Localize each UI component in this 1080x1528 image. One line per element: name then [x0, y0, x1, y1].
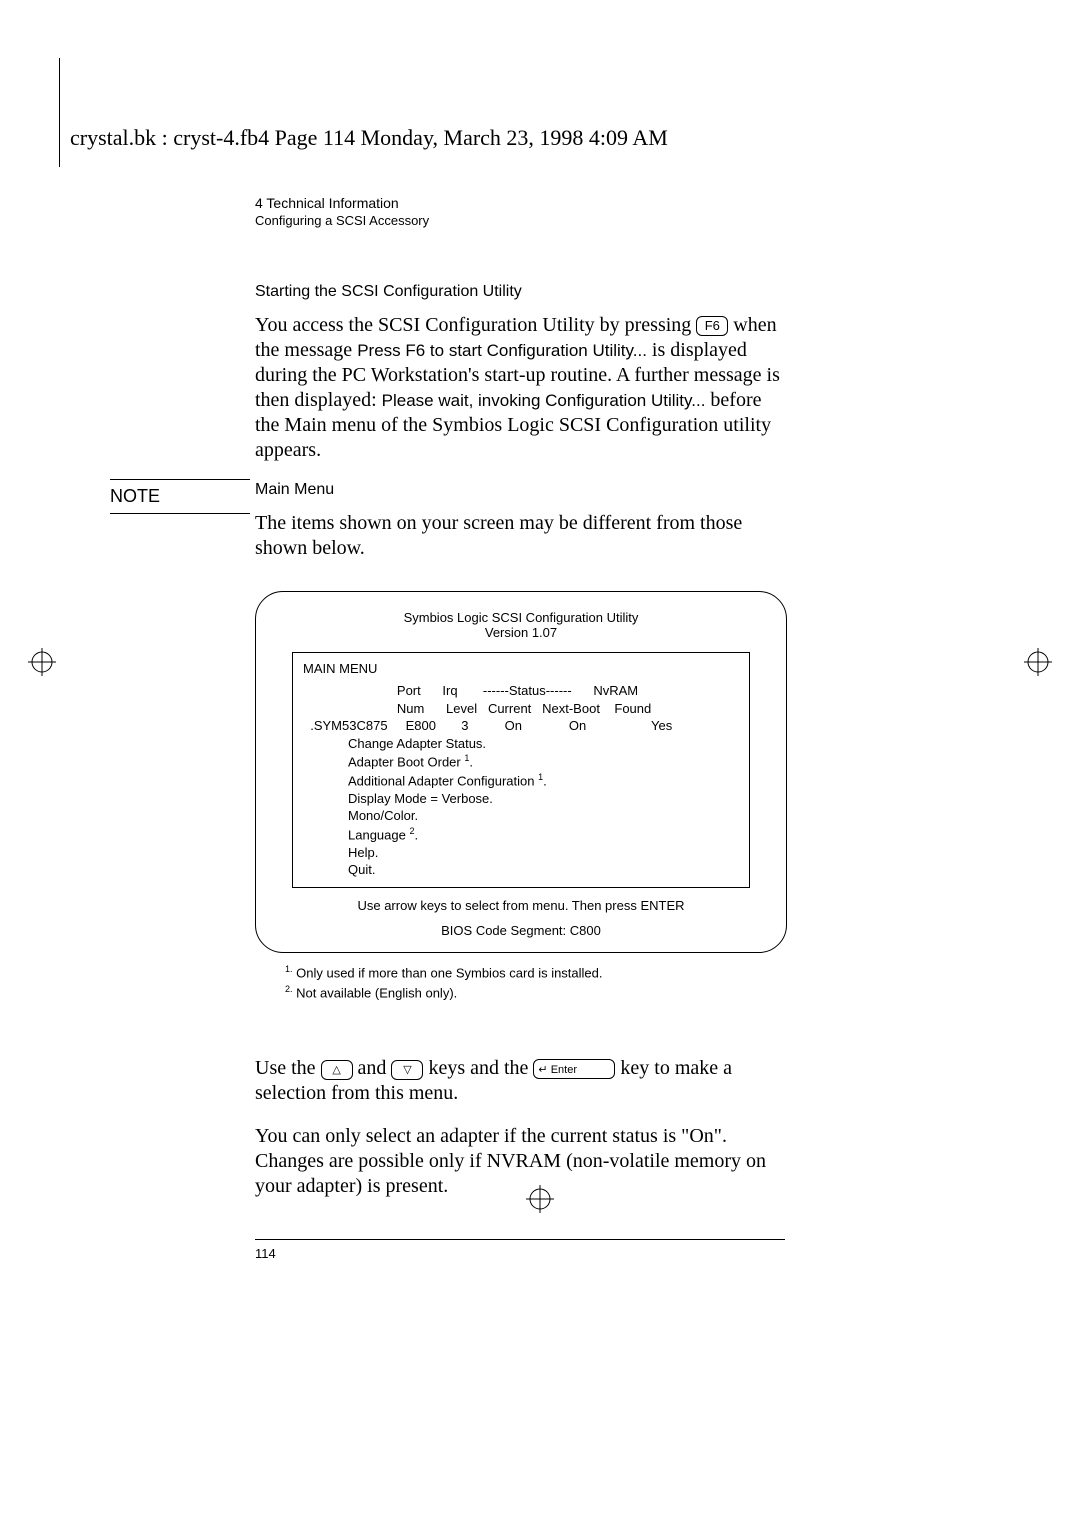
footnote-1: 1. Only used if more than one Symbios ca…	[285, 963, 785, 983]
running-head-section: Configuring a SCSI Accessory	[255, 213, 785, 228]
screen-title-1: Symbios Logic SCSI Configuration Utility	[404, 610, 639, 625]
keycap-down: ▽	[391, 1060, 423, 1080]
keycap-f6: F6	[696, 316, 728, 336]
page-footer-rule	[255, 1239, 785, 1240]
keycap-up: △	[321, 1060, 353, 1080]
para-use-a: Use the	[255, 1057, 321, 1079]
footnote-text: Not available (English only).	[293, 985, 458, 1000]
menu-item-dot: .	[469, 755, 473, 770]
screen-menu-label: MAIN MENU	[303, 661, 739, 676]
footnote-marker: 1.	[285, 964, 293, 974]
menu-item-text: Language	[348, 827, 409, 842]
page-content: 4 Technical Information Configuring a SC…	[255, 195, 785, 1261]
screen-title-2: Version 1.07	[485, 625, 557, 640]
header-rule-vertical	[59, 58, 60, 167]
menu-item-dot: .	[543, 773, 547, 788]
screen-header-row-1: Port Irq ------Status------ NvRAM	[303, 682, 739, 700]
footnotes: 1. Only used if more than one Symbios ca…	[285, 963, 785, 1002]
para-use-c: keys and the	[428, 1057, 533, 1079]
note-label: NOTE	[110, 479, 250, 514]
para-use-keys: Use the △ and ▽ keys and the ↵ Enter key…	[255, 1056, 785, 1106]
menu-item-text: Adapter Boot Order	[348, 755, 464, 770]
screen-hint: Use arrow keys to select from menu. Then…	[266, 898, 776, 913]
screen-title: Symbios Logic SCSI Configuration Utility…	[266, 610, 776, 640]
menu-item-dot: .	[414, 827, 418, 842]
page-number: 114	[255, 1246, 785, 1261]
msg-please-wait: Please wait, invoking Configuration Util…	[382, 391, 706, 410]
screen-inner-box: MAIN MENU Port Irq ------Status------ Nv…	[292, 652, 750, 888]
screen-header-row-2: Num Level Current Next-Boot Found	[303, 700, 739, 718]
para-access: You access the SCSI Configuration Utilit…	[255, 313, 785, 463]
para-select-adapter: You can only select an adapter if the cu…	[255, 1124, 785, 1199]
screen-adapter-row: .SYM53C875 E800 3 On On Yes	[303, 717, 739, 735]
running-head-chapter: 4 Technical Information	[255, 195, 785, 211]
heading-starting: Starting the SCSI Configuration Utility	[255, 283, 785, 301]
menu-item-mono-color: Mono/Color.	[348, 807, 739, 825]
menu-item-help: Help.	[348, 844, 739, 862]
heading-main-menu: Main Menu	[255, 481, 785, 499]
menu-item-display-mode: Display Mode = Verbose.	[348, 790, 739, 808]
menu-item-change-status: Change Adapter Status.	[348, 735, 739, 753]
para-note: The items shown on your screen may be di…	[255, 511, 785, 561]
msg-press-f6: Press F6 to start Configuration Utility.…	[357, 341, 647, 360]
menu-item-quit: Quit.	[348, 861, 739, 879]
menu-item-boot-order: Adapter Boot Order 1.	[348, 752, 739, 771]
page-file-header: crystal.bk : cryst-4.fb4 Page 114 Monday…	[70, 125, 668, 151]
screen-bios-segment: BIOS Code Segment: C800	[266, 923, 776, 938]
para-access-a: You access the SCSI Configuration Utilit…	[255, 314, 696, 336]
para-use-b: and	[358, 1057, 392, 1079]
crop-mark-right	[1024, 648, 1052, 676]
menu-item-additional-config: Additional Adapter Configuration 1.	[348, 771, 739, 790]
menu-item-text: Additional Adapter Configuration	[348, 773, 538, 788]
crop-mark-left	[28, 648, 56, 676]
menu-item-language: Language 2.	[348, 825, 739, 844]
footnote-text: Only used if more than one Symbios card …	[293, 965, 603, 980]
footnote-2: 2. Not available (English only).	[285, 983, 785, 1003]
keycap-enter: ↵ Enter	[533, 1059, 615, 1079]
return-arrow-icon: ↵ Enter	[538, 1064, 577, 1076]
screen-mock: Symbios Logic SCSI Configuration Utility…	[255, 591, 787, 953]
screen-menu-items: Change Adapter Status. Adapter Boot Orde…	[303, 735, 739, 879]
footnote-marker: 2.	[285, 984, 293, 994]
